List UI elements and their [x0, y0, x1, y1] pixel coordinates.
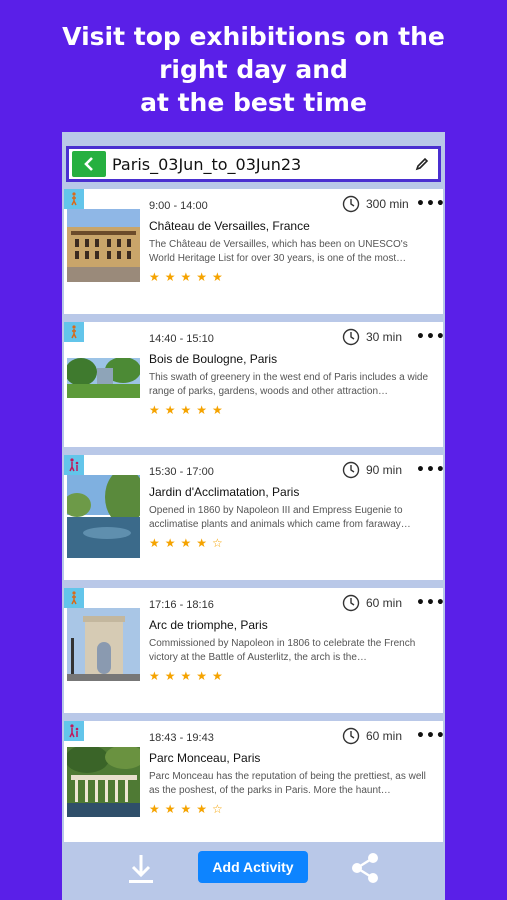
- activity-time: 9:00 - 14:00: [149, 200, 208, 212]
- download-icon[interactable]: [126, 852, 156, 886]
- more-options-icon[interactable]: •••: [416, 197, 445, 211]
- activity-thumbnail: [67, 475, 140, 558]
- clock-icon: [342, 594, 360, 612]
- activity-description: The Château de Versailles, which has bee…: [149, 239, 408, 264]
- activity-title: Bois de Boulogne, Paris: [149, 352, 278, 366]
- activity-thumbnail: [67, 209, 140, 282]
- trip-header: Paris_03Jun_to_03Jun23: [66, 146, 441, 182]
- duration-label: 30 min: [366, 330, 403, 344]
- clock-icon: [342, 727, 360, 745]
- rating-stars: ★★★★★: [149, 270, 228, 284]
- activity-card[interactable]: 18:43 - 19:43 60 min ••• Parc Monceau, P…: [64, 721, 445, 846]
- activity-description: This swath of greenery in the west end o…: [149, 372, 429, 397]
- more-options-icon[interactable]: •••: [416, 596, 445, 610]
- rating-stars: ★★★★★: [149, 403, 228, 417]
- promo-line-1: Visit top exhibitions on the: [62, 22, 445, 51]
- family-icon: [64, 455, 84, 475]
- activity-duration: 60 min: [342, 594, 402, 612]
- back-button[interactable]: [72, 151, 106, 177]
- activity-duration: 30 min: [342, 328, 402, 346]
- clock-icon: [342, 195, 360, 213]
- activity-thumbnail: [67, 358, 140, 398]
- activity-title: Arc de triomphe, Paris: [149, 618, 268, 632]
- clock-icon: [342, 461, 360, 479]
- trip-name[interactable]: Paris_03Jun_to_03Jun23: [112, 155, 412, 174]
- activity-duration: 300 min: [342, 195, 409, 213]
- bottom-toolbar: Add Activity: [62, 842, 445, 900]
- activity-description: Parc Monceau has the reputation of being…: [149, 771, 426, 796]
- chevron-left-icon: [84, 157, 93, 171]
- more-options-icon[interactable]: •••: [416, 729, 445, 743]
- more-options-icon[interactable]: •••: [416, 463, 445, 477]
- activity-time: 17:16 - 18:16: [149, 599, 214, 611]
- walk-icon: [64, 588, 84, 608]
- promo-line-2: right day and: [159, 55, 348, 84]
- duration-label: 300 min: [366, 197, 409, 211]
- activity-title: Château de Versailles, France: [149, 219, 310, 233]
- activity-card[interactable]: 15:30 - 17:00 90 min ••• Jardin d'Acclim…: [64, 455, 445, 580]
- walk-icon: [64, 189, 84, 209]
- activity-card[interactable]: 9:00 - 14:00 300 min ••• Château de Vers…: [64, 189, 445, 314]
- duration-label: 90 min: [366, 463, 403, 477]
- promo-line-3: at the best time: [140, 88, 367, 117]
- rating-stars: ★★★★☆: [149, 536, 228, 550]
- rating-stars: ★★★★☆: [149, 802, 228, 816]
- rating-stars: ★★★★★: [149, 669, 228, 683]
- activity-card[interactable]: 14:40 - 15:10 30 min ••• Bois de Boulogn…: [64, 322, 445, 447]
- activity-time: 18:43 - 19:43: [149, 732, 214, 744]
- duration-label: 60 min: [366, 729, 403, 743]
- activity-card[interactable]: 17:16 - 18:16 60 min ••• Arc de triomphe…: [64, 588, 445, 713]
- family-icon: [64, 721, 84, 741]
- share-icon[interactable]: [350, 852, 380, 884]
- clock-icon: [342, 328, 360, 346]
- activity-thumbnail: [67, 608, 140, 681]
- activity-time: 15:30 - 17:00: [149, 466, 214, 478]
- add-activity-button[interactable]: Add Activity: [198, 851, 308, 883]
- promo-headline: Visit top exhibitions on the right day a…: [0, 20, 507, 119]
- pencil-icon[interactable]: [412, 154, 432, 174]
- activity-description: Opened in 1860 by Napoleon III and Empre…: [149, 505, 411, 530]
- activity-description: Commissioned by Napoleon in 1806 to cele…: [149, 638, 416, 663]
- activity-duration: 90 min: [342, 461, 402, 479]
- activity-duration: 60 min: [342, 727, 402, 745]
- duration-label: 60 min: [366, 596, 403, 610]
- more-options-icon[interactable]: •••: [416, 330, 445, 344]
- activity-title: Parc Monceau, Paris: [149, 751, 261, 765]
- walk-icon: [64, 322, 84, 342]
- activity-time: 14:40 - 15:10: [149, 333, 214, 345]
- activity-thumbnail: [67, 747, 140, 817]
- app-screen: Paris_03Jun_to_03Jun23 9:00 - 14:00 300 …: [62, 132, 445, 900]
- activity-title: Jardin d'Acclimatation, Paris: [149, 485, 300, 499]
